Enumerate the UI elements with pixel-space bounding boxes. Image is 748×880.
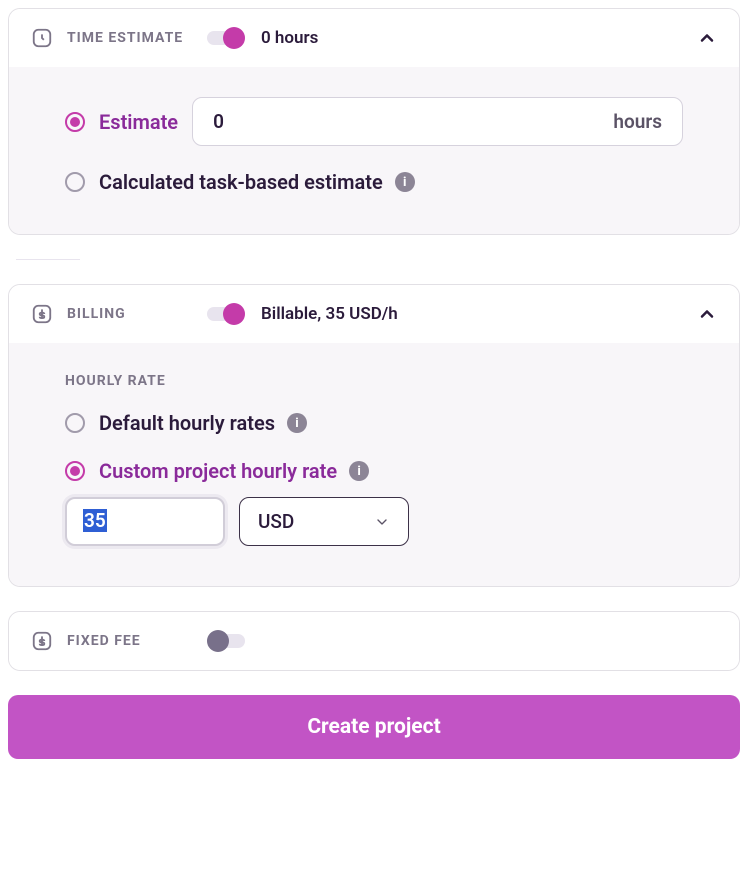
fixed-fee-title: FIXED FEE bbox=[67, 633, 207, 649]
rate-input-row: 35 USD bbox=[65, 497, 683, 546]
default-rate-row: Default hourly rates i bbox=[65, 411, 683, 435]
info-icon[interactable]: i bbox=[287, 413, 307, 433]
currency-select[interactable]: USD bbox=[239, 497, 409, 546]
hours-input-wrap[interactable]: hours bbox=[192, 97, 683, 146]
estimate-radio[interactable] bbox=[65, 112, 85, 132]
chevron-up-icon bbox=[697, 304, 717, 324]
fixed-fee-card: FIXED FEE bbox=[8, 611, 740, 671]
chevron-down-icon bbox=[374, 514, 390, 530]
chevron-up-icon bbox=[697, 28, 717, 48]
info-icon[interactable]: i bbox=[349, 461, 369, 481]
rate-input[interactable]: 35 bbox=[83, 509, 207, 532]
create-project-button[interactable]: Create project bbox=[8, 695, 740, 759]
clock-icon bbox=[31, 27, 53, 49]
billing-card: BILLING Billable, 35 USD/h HOURLY RATE D… bbox=[8, 284, 740, 587]
currency-label: USD bbox=[258, 510, 294, 533]
divider bbox=[16, 259, 80, 260]
billing-summary: Billable, 35 USD/h bbox=[261, 304, 697, 324]
calculated-radio-row: Calculated task-based estimate i bbox=[65, 170, 683, 194]
calculated-radio[interactable] bbox=[65, 172, 85, 192]
estimate-radio-row: Estimate hours bbox=[65, 97, 683, 146]
billing-title: BILLING bbox=[67, 306, 207, 322]
custom-rate-label: Custom project hourly rate bbox=[99, 459, 337, 483]
billing-toggle[interactable] bbox=[207, 303, 245, 325]
estimate-radio-label: Estimate bbox=[99, 110, 178, 134]
calculated-radio-label: Calculated task-based estimate bbox=[99, 170, 383, 194]
fixed-fee-toggle[interactable] bbox=[207, 630, 245, 652]
time-estimate-header[interactable]: TIME ESTIMATE 0 hours bbox=[9, 9, 739, 67]
hourly-rate-title: HOURLY RATE bbox=[65, 373, 683, 389]
billing-body: HOURLY RATE Default hourly rates i Custo… bbox=[9, 343, 739, 586]
default-rate-radio[interactable] bbox=[65, 413, 85, 433]
rate-input-wrap[interactable]: 35 bbox=[65, 497, 225, 546]
time-estimate-title: TIME ESTIMATE bbox=[67, 30, 207, 46]
hours-input[interactable] bbox=[213, 110, 613, 133]
billing-header[interactable]: BILLING Billable, 35 USD/h bbox=[9, 285, 739, 343]
custom-rate-row: Custom project hourly rate i bbox=[65, 459, 683, 483]
custom-rate-radio[interactable] bbox=[65, 461, 85, 481]
default-rate-label: Default hourly rates bbox=[99, 411, 275, 435]
time-estimate-toggle[interactable] bbox=[207, 27, 245, 49]
dollar-icon bbox=[31, 303, 53, 325]
info-icon[interactable]: i bbox=[395, 172, 415, 192]
time-estimate-summary: 0 hours bbox=[261, 28, 697, 48]
hours-suffix: hours bbox=[613, 110, 662, 133]
fixed-fee-header[interactable]: FIXED FEE bbox=[9, 612, 739, 670]
dollar-icon bbox=[31, 630, 53, 652]
time-estimate-card: TIME ESTIMATE 0 hours Estimate hours Cal… bbox=[8, 8, 740, 235]
time-estimate-body: Estimate hours Calculated task-based est… bbox=[9, 67, 739, 234]
